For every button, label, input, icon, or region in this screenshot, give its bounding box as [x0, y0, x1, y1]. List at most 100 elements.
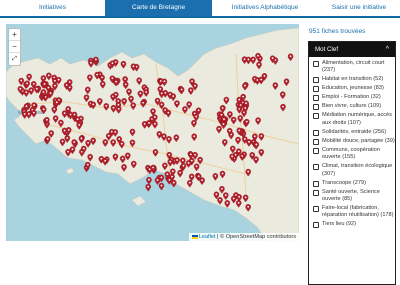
- map-marker-dot: [171, 170, 174, 173]
- checkbox[interactable]: [313, 189, 319, 196]
- map-marker-dot: [47, 74, 50, 77]
- checkbox[interactable]: [313, 104, 319, 111]
- checkbox[interactable]: [313, 147, 319, 154]
- map-marker-dot: [30, 89, 33, 92]
- checkbox[interactable]: [313, 86, 319, 93]
- map-marker-dot: [245, 120, 248, 123]
- map-marker[interactable]: [146, 177, 152, 185]
- map-marker-dot: [143, 122, 146, 125]
- checkbox[interactable]: [313, 95, 319, 102]
- map-marker-dot: [76, 118, 79, 121]
- checkbox[interactable]: [313, 206, 319, 213]
- ukraine-flag-icon: [191, 234, 198, 239]
- map-marker-dot: [148, 121, 150, 124]
- checkbox[interactable]: [313, 180, 319, 187]
- filter-item[interactable]: Solidarités, entraide (256): [313, 129, 395, 136]
- map-marker-dot: [189, 89, 192, 92]
- map-marker-dot: [172, 95, 175, 98]
- map-marker-dot: [232, 197, 235, 200]
- filter-item[interactable]: Alimentation, circuit court (237): [313, 60, 395, 75]
- leaflet-link[interactable]: Leaflet: [199, 234, 216, 240]
- filter-item[interactable]: Mobilité douce, partagée (39): [313, 138, 395, 145]
- map-marker-dot: [123, 165, 125, 168]
- map-marker-dot: [260, 150, 263, 153]
- filter-item[interactable]: Tiers lieu (92): [313, 221, 395, 229]
- map-marker-dot: [80, 137, 83, 140]
- filter-item[interactable]: Education, jeunesse (83): [313, 85, 395, 93]
- map-marker-dot: [218, 127, 220, 130]
- tab-initiatives-alphabetique[interactable]: Initiatives Alphabétique: [212, 0, 318, 16]
- map-marker-dot: [232, 118, 235, 121]
- map-marker-dot: [193, 135, 196, 138]
- filter-item[interactable]: Emploi - Formation (32): [313, 94, 395, 102]
- map-marker-dot: [289, 55, 292, 58]
- checkbox[interactable]: [313, 113, 319, 120]
- map-marker-dot: [94, 58, 97, 61]
- map-marker-dot: [156, 99, 159, 102]
- tab-carte-de-bretagne[interactable]: Carte de Bretagne: [105, 0, 212, 16]
- map-marker-dot: [126, 154, 129, 157]
- map-marker-dot: [158, 132, 161, 135]
- map-marker-dot: [124, 78, 127, 80]
- tab-saisir-initiative[interactable]: Saisir une initiative: [318, 0, 400, 16]
- map-marker-dot: [175, 136, 178, 139]
- map-marker-dot: [189, 153, 192, 156]
- filter-item[interactable]: Communs, coopération ouverte (155): [313, 147, 395, 162]
- filter-item[interactable]: Transcoope (279): [313, 180, 395, 187]
- map-marker-dot: [237, 138, 239, 141]
- filter-item-label: Emploi - Formation (32): [322, 94, 381, 101]
- tab-initiatives[interactable]: Initiatives: [0, 0, 105, 16]
- map-marker-dot: [197, 175, 200, 178]
- map-marker-dot: [145, 91, 148, 93]
- zoom-in-button[interactable]: +: [9, 29, 20, 41]
- map-marker-dot: [78, 124, 81, 126]
- filter-title: Mot Clef: [315, 46, 339, 53]
- map-marker-dot: [152, 110, 154, 112]
- checkbox[interactable]: [313, 129, 319, 136]
- map-marker-dot: [256, 79, 259, 81]
- map-marker-dot: [112, 141, 115, 143]
- map-marker-dot: [35, 87, 38, 90]
- map-marker-dot: [224, 194, 227, 196]
- map-marker-dot: [25, 105, 28, 108]
- map-marker-dot: [163, 80, 166, 83]
- map-marker-dot: [225, 98, 228, 101]
- map-marker-dot: [228, 129, 231, 132]
- map-marker-dot: [87, 141, 90, 144]
- map-marker[interactable]: [145, 183, 151, 192]
- filter-item[interactable]: Habitat en transition (52): [313, 76, 395, 84]
- map-marker-dot: [71, 148, 74, 151]
- map-base: Mer d'Iroise: [6, 27, 299, 241]
- map-marker-dot: [160, 184, 163, 187]
- map-attribution: Leaflet | © OpenStreetMap contributors: [188, 233, 299, 241]
- checkbox[interactable]: [313, 164, 319, 171]
- filter-item[interactable]: Médiation numérique, accès aux droits (1…: [313, 112, 395, 127]
- map-marker-dot: [117, 103, 120, 106]
- chevron-up-icon[interactable]: ^: [386, 42, 389, 57]
- fullscreen-icon[interactable]: ⤢: [9, 53, 20, 65]
- checkbox[interactable]: [313, 61, 319, 67]
- map-view[interactable]: Mer d'Iroise + − ⤢ Leaflet | © OpenStree…: [6, 24, 299, 241]
- checkbox[interactable]: [313, 138, 319, 145]
- map-marker-dot: [46, 137, 49, 140]
- filter-item[interactable]: Bien vivre, culture (109): [313, 103, 395, 111]
- map-marker-dot: [25, 91, 28, 94]
- map-marker-dot: [128, 90, 130, 93]
- filter-item[interactable]: Santé ouverte, Science ouverte (85): [313, 189, 395, 204]
- zoom-out-button[interactable]: −: [9, 41, 20, 53]
- map-marker-dot: [154, 122, 156, 125]
- map-marker-dot: [247, 58, 250, 61]
- zoom-control: + − ⤢: [8, 28, 21, 66]
- filter-header[interactable]: Mot Clef ^: [309, 42, 395, 57]
- checkbox[interactable]: [313, 77, 319, 84]
- checkbox[interactable]: [313, 222, 319, 229]
- map-marker[interactable]: [158, 182, 165, 191]
- map-marker-dot: [138, 79, 141, 82]
- filter-item[interactable]: Climat, transition écologique (307): [313, 163, 395, 178]
- map-marker-dot: [101, 76, 103, 79]
- map-marker-dot: [195, 165, 198, 168]
- map-marker-dot: [188, 181, 191, 184]
- filter-item[interactable]: Faire-local (fabrication, réparation réu…: [313, 205, 395, 220]
- map-marker-dot: [226, 201, 229, 204]
- map-marker-dot: [69, 113, 72, 116]
